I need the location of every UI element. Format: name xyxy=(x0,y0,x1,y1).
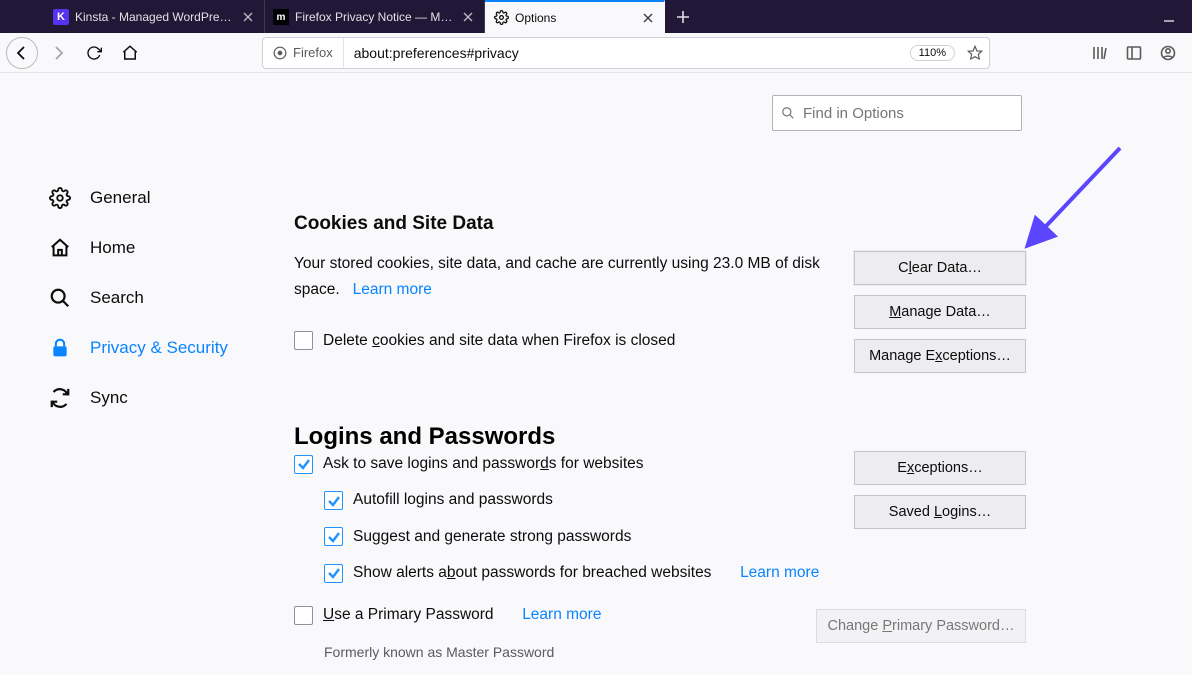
saved-logins-button[interactable]: Saved Logins… xyxy=(854,495,1026,529)
manage-exceptions-button[interactable]: Manage Exceptions… xyxy=(854,339,1026,373)
sidebar-item-sync[interactable]: Sync xyxy=(0,373,280,423)
suggest-passwords-label: Suggest and generate strong passwords xyxy=(353,524,631,550)
section-heading: Logins and Passwords xyxy=(294,423,1162,451)
tab-label: Firefox Privacy Notice — Mozilla xyxy=(295,10,454,24)
identity-box[interactable]: Firefox xyxy=(263,38,344,68)
search-icon xyxy=(48,286,72,310)
primary-password-checkbox[interactable] xyxy=(294,606,313,625)
preferences-main: Cookies and Site Data Your stored cookie… xyxy=(280,73,1192,675)
sidebar-item-privacy[interactable]: Privacy & Security xyxy=(0,323,280,373)
learn-more-link[interactable]: Learn more xyxy=(522,602,601,628)
url-input[interactable] xyxy=(344,45,910,61)
learn-more-link[interactable]: Learn more xyxy=(353,281,432,298)
tab-label: Kinsta - Managed WordPress Hosting xyxy=(75,10,234,24)
home-icon xyxy=(48,236,72,260)
firefox-icon xyxy=(273,46,287,60)
reload-button[interactable] xyxy=(78,37,110,69)
tab-label: Options xyxy=(515,11,634,25)
zoom-badge[interactable]: 110% xyxy=(910,45,955,61)
breach-alerts-checkbox[interactable] xyxy=(324,564,343,583)
close-icon[interactable] xyxy=(240,9,256,25)
preferences-sidebar: General Home Search Privacy & Security S… xyxy=(0,73,280,675)
cookies-description: Your stored cookies, site data, and cach… xyxy=(294,251,834,354)
suggest-passwords-checkbox[interactable] xyxy=(324,527,343,546)
autofill-label: Autofill logins and passwords xyxy=(353,487,553,513)
sidebar-item-label: Home xyxy=(90,238,135,258)
search-icon xyxy=(781,106,795,120)
minimize-button[interactable] xyxy=(1146,0,1192,33)
logins-exceptions-button[interactable]: Exceptions… xyxy=(854,451,1026,485)
titlebar: K Kinsta - Managed WordPress Hosting m F… xyxy=(0,0,1192,33)
change-primary-password-button: Change Primary Password… xyxy=(816,609,1026,643)
learn-more-link[interactable]: Learn more xyxy=(740,560,819,586)
sidebar-item-label: Privacy & Security xyxy=(90,338,228,358)
back-button[interactable] xyxy=(6,37,38,69)
ask-save-logins-checkbox[interactable] xyxy=(294,455,313,474)
library-icon[interactable] xyxy=(1086,37,1114,69)
preferences-content: General Home Search Privacy & Security S… xyxy=(0,73,1192,675)
tab-privacy-notice[interactable]: m Firefox Privacy Notice — Mozilla xyxy=(265,0,485,33)
sidebar-item-label: Search xyxy=(90,288,144,308)
delete-on-close-checkbox[interactable] xyxy=(294,331,313,350)
window-controls xyxy=(1146,0,1192,33)
find-options-input[interactable] xyxy=(803,105,1013,122)
close-icon[interactable] xyxy=(640,10,656,26)
home-button[interactable] xyxy=(114,37,146,69)
manage-data-button[interactable]: Manage Data… xyxy=(854,295,1026,329)
find-options-searchbox[interactable] xyxy=(772,95,1022,131)
sidebar-item-label: Sync xyxy=(90,388,128,408)
forward-button[interactable] xyxy=(42,37,74,69)
bookmark-star-icon[interactable] xyxy=(961,45,989,61)
sidebar-item-home[interactable]: Home xyxy=(0,223,280,273)
favicon-mozilla: m xyxy=(273,9,289,25)
close-icon[interactable] xyxy=(460,9,476,25)
section-heading: Cookies and Site Data xyxy=(294,213,1162,235)
lock-icon xyxy=(48,336,72,360)
sidebar-icon[interactable] xyxy=(1120,37,1148,69)
toolbar-right xyxy=(1086,37,1186,69)
autofill-checkbox[interactable] xyxy=(324,491,343,510)
account-icon[interactable] xyxy=(1154,37,1182,69)
breach-alerts-label: Show alerts about passwords for breached… xyxy=(353,560,711,586)
sidebar-item-general[interactable]: General xyxy=(0,173,280,223)
logins-section: Logins and Passwords Ask to save logins … xyxy=(294,423,1162,665)
identity-label: Firefox xyxy=(293,45,333,60)
primary-password-hint: Formerly known as Master Password xyxy=(324,641,834,665)
url-bar[interactable]: Firefox 110% xyxy=(262,37,990,69)
tab-options[interactable]: Options xyxy=(485,0,665,33)
delete-on-close-label: Delete cookies and site data when Firefo… xyxy=(323,328,675,354)
ask-save-logins-label: Ask to save logins and passwords for web… xyxy=(323,451,644,477)
gear-icon xyxy=(48,186,72,210)
navbar: Firefox 110% xyxy=(0,33,1192,73)
titlebar-spacer xyxy=(0,0,45,33)
sync-icon xyxy=(48,386,72,410)
favicon-kinsta: K xyxy=(53,9,69,25)
gear-icon xyxy=(493,10,509,26)
sidebar-item-label: General xyxy=(90,188,150,208)
new-tab-button[interactable] xyxy=(665,0,701,33)
tab-kinsta[interactable]: K Kinsta - Managed WordPress Hosting xyxy=(45,0,265,33)
primary-password-label: Use a Primary Password xyxy=(323,602,494,628)
sidebar-item-search[interactable]: Search xyxy=(0,273,280,323)
clear-data-button[interactable]: Clear Data… xyxy=(854,251,1026,285)
cookies-section: Cookies and Site Data Your stored cookie… xyxy=(294,213,1162,373)
